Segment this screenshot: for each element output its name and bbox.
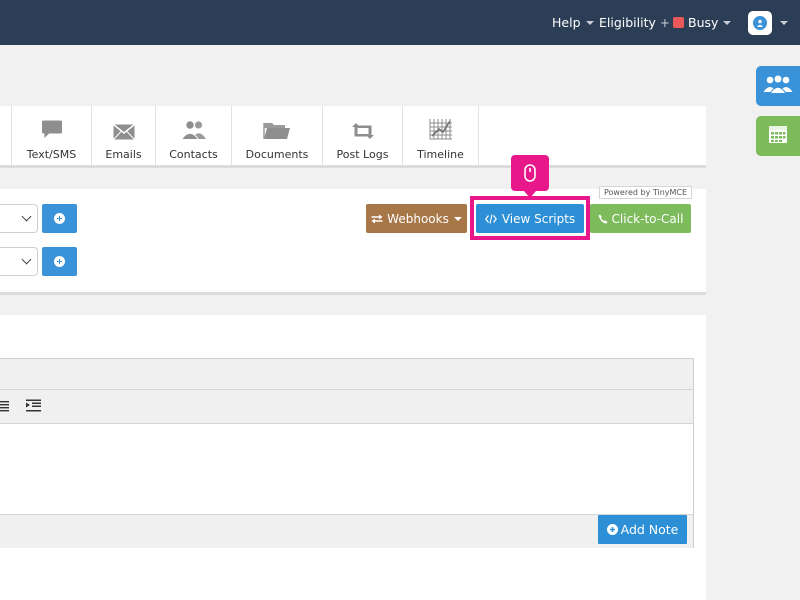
add-note-button[interactable]: Add Note xyxy=(598,515,687,544)
click-highlight-frame xyxy=(470,196,590,240)
folder-icon xyxy=(263,118,291,140)
caret-down-icon xyxy=(780,20,788,25)
tab-post-logs[interactable]: Post Logs xyxy=(323,106,403,165)
chat-icon xyxy=(41,118,63,140)
lead-tabs: Text/SMS Emails Contacts Documents Post … xyxy=(0,106,706,168)
actions-panel: Webhooks View Scripts Click-to-Call xyxy=(0,189,706,295)
tab-label: Timeline xyxy=(417,148,464,161)
user-menu[interactable] xyxy=(748,0,788,45)
exchange-icon xyxy=(371,214,383,224)
tab-label: Contacts xyxy=(169,148,218,161)
plus-circle-icon xyxy=(606,524,618,535)
envelope-icon xyxy=(112,118,135,140)
help-label: Help xyxy=(552,15,581,30)
click-to-call-label: Click-to-Call xyxy=(611,211,684,226)
tab-label: Post Logs xyxy=(336,148,389,161)
editor-menubar xyxy=(0,359,693,390)
chevron-down-icon xyxy=(21,254,32,265)
timeline-grid-icon xyxy=(429,118,453,140)
top-navbar: Help Eligibility + Busy xyxy=(0,0,800,45)
indent-icon[interactable] xyxy=(26,399,41,412)
chevron-down-icon xyxy=(21,211,32,222)
plus-circle-icon xyxy=(54,256,65,267)
users-icon xyxy=(763,74,793,98)
add-button-1[interactable] xyxy=(42,204,77,233)
calendar-icon xyxy=(768,124,788,148)
webhooks-label: Webhooks xyxy=(387,211,449,226)
caret-down-icon xyxy=(453,216,462,221)
eligibility-label: Eligibility xyxy=(599,15,656,30)
editor-statusbar xyxy=(0,514,693,548)
note-panel xyxy=(0,315,706,600)
caret-down-icon xyxy=(585,20,594,25)
tab-text-sms[interactable]: Text/SMS xyxy=(12,106,92,165)
add-button-2[interactable] xyxy=(42,247,77,276)
click-to-call-button[interactable]: Click-to-Call xyxy=(590,204,691,233)
add-note-label: Add Note xyxy=(620,522,679,537)
tab-documents[interactable]: Documents xyxy=(232,106,323,165)
retweet-icon xyxy=(350,118,376,140)
user-icon xyxy=(753,15,767,30)
plus-circle-icon xyxy=(54,213,65,224)
tab-timeline[interactable]: Timeline xyxy=(403,106,479,165)
select-dropdown-2[interactable] xyxy=(0,247,38,276)
help-menu[interactable]: Help xyxy=(552,0,594,45)
tab-label: Documents xyxy=(245,148,309,161)
status-menu[interactable]: Busy xyxy=(673,0,732,45)
click-marker xyxy=(511,155,549,198)
editor-toolbar xyxy=(0,390,693,424)
select-dropdown-1[interactable] xyxy=(0,204,38,233)
tab-label: Emails xyxy=(105,148,142,161)
plus-icon: + xyxy=(659,15,670,30)
tab-label: Text/SMS xyxy=(26,148,77,161)
busy-status-icon xyxy=(673,17,684,28)
caret-down-icon xyxy=(723,20,732,25)
webhooks-button[interactable]: Webhooks xyxy=(366,204,467,233)
avatar xyxy=(748,10,772,35)
editor-content-area[interactable] xyxy=(0,424,693,513)
tab-partial[interactable] xyxy=(0,106,12,165)
eligibility-menu[interactable]: Eligibility + xyxy=(599,0,670,45)
tab-contacts[interactable]: Contacts xyxy=(156,106,232,165)
phone-icon xyxy=(598,214,608,224)
status-label: Busy xyxy=(688,15,719,30)
tab-emails[interactable]: Emails xyxy=(92,106,156,165)
mouse-icon xyxy=(524,164,536,182)
contacts-side-button[interactable] xyxy=(756,66,800,106)
tinymce-branding[interactable]: Powered by TinyMCE xyxy=(599,186,692,199)
align-justify-icon[interactable] xyxy=(0,400,9,412)
users-icon xyxy=(180,118,207,140)
rich-text-editor xyxy=(0,358,694,548)
calendar-side-button[interactable] xyxy=(756,116,800,156)
